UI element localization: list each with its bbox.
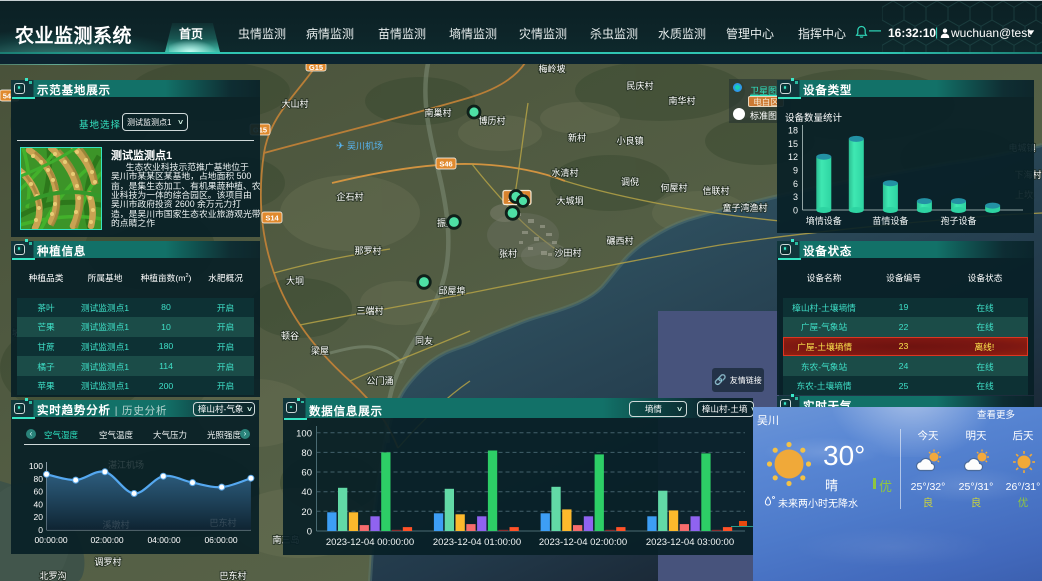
svg-text:巴东村: 巴东村 (219, 570, 246, 581)
svg-text:2023-12-04 03:00:00: 2023-12-04 03:00:00 (646, 537, 734, 548)
svg-text:100: 100 (29, 461, 43, 471)
svg-text:何屋村: 何屋村 (660, 182, 687, 193)
svg-text:40: 40 (34, 499, 44, 509)
svg-text:梁屋: 梁屋 (311, 345, 329, 356)
svg-text:墒情设备: 墒情设备 (806, 215, 842, 226)
svg-text:张村: 张村 (499, 248, 517, 259)
svg-text:水清村: 水清村 (551, 167, 578, 178)
svg-text:顿谷: 顿谷 (281, 330, 299, 341)
svg-text:6: 6 (793, 179, 798, 189)
svg-text:孢子设备: 孢子设备 (940, 215, 976, 226)
svg-text:溪墩村: 溪墩村 (102, 519, 129, 530)
svg-text:沙田村: 沙田村 (554, 247, 581, 258)
svg-text:02:00:00: 02:00:00 (90, 535, 123, 545)
svg-text:那罗村: 那罗村 (354, 245, 381, 256)
svg-text:20: 20 (34, 512, 44, 522)
svg-text:S14: S14 (265, 214, 279, 223)
svg-text:企石村: 企石村 (336, 191, 363, 202)
svg-text:童子湾渔村: 童子湾渔村 (722, 202, 767, 213)
svg-text:吴川机场: 吴川机场 (347, 140, 383, 151)
svg-text:信联村: 信联村 (702, 185, 729, 196)
svg-text:新村: 新村 (568, 132, 586, 143)
svg-text:大坰: 大坰 (286, 275, 304, 286)
svg-text:0: 0 (38, 525, 43, 535)
svg-text:S46: S46 (439, 160, 452, 169)
svg-text:梅岭坡: 梅岭坡 (538, 63, 565, 74)
svg-text:12: 12 (788, 152, 798, 162)
svg-text:南华村: 南华村 (668, 95, 695, 106)
svg-text:40: 40 (301, 487, 312, 498)
svg-text:9: 9 (793, 166, 798, 176)
svg-text:2023-12-04 01:00:00: 2023-12-04 01:00:00 (433, 537, 521, 548)
svg-text:80: 80 (34, 474, 44, 484)
svg-text:60: 60 (301, 468, 312, 479)
svg-text:邱屋埠: 邱屋埠 (438, 285, 465, 296)
svg-text:80: 80 (301, 448, 312, 459)
svg-text:18: 18 (788, 126, 798, 136)
svg-text:调罗村: 调罗村 (94, 556, 121, 567)
svg-text:G15: G15 (309, 63, 323, 72)
svg-text:0: 0 (307, 527, 312, 538)
svg-text:北罗沟: 北罗沟 (39, 570, 66, 581)
svg-text:三端村: 三端村 (356, 305, 383, 316)
svg-text:湛江机场: 湛江机场 (108, 459, 144, 470)
svg-text:60: 60 (34, 487, 44, 497)
svg-text:同友: 同友 (415, 335, 433, 346)
svg-text:南巢村: 南巢村 (424, 107, 451, 118)
svg-text:20: 20 (301, 507, 312, 518)
svg-text:大城坰: 大城坰 (556, 195, 583, 206)
svg-text:调倪: 调倪 (621, 176, 639, 187)
svg-text:苗情设备: 苗情设备 (872, 215, 908, 226)
svg-text:✈: ✈ (336, 141, 344, 152)
svg-text:00:00:00: 00:00:00 (34, 535, 67, 545)
svg-text:100: 100 (296, 428, 312, 439)
svg-text:大山村: 大山村 (281, 98, 308, 109)
svg-text:06:00:00: 06:00:00 (204, 535, 237, 545)
svg-text:民庆村: 民庆村 (626, 80, 653, 91)
svg-text:公门涌: 公门涌 (366, 375, 393, 386)
svg-text:2023-12-04 00:00:00: 2023-12-04 00:00:00 (326, 537, 414, 548)
svg-text:博历村: 博历村 (478, 115, 505, 126)
svg-text:小良镇: 小良镇 (616, 135, 643, 146)
svg-text:巴东村: 巴东村 (209, 517, 236, 528)
svg-text:04:00:00: 04:00:00 (147, 535, 180, 545)
svg-text:15: 15 (788, 139, 798, 149)
svg-text:2023-12-04 02:00:00: 2023-12-04 02:00:00 (539, 537, 627, 548)
svg-text:0: 0 (793, 206, 798, 216)
svg-text:碾西村: 碾西村 (606, 235, 633, 246)
svg-text:3: 3 (793, 192, 798, 202)
